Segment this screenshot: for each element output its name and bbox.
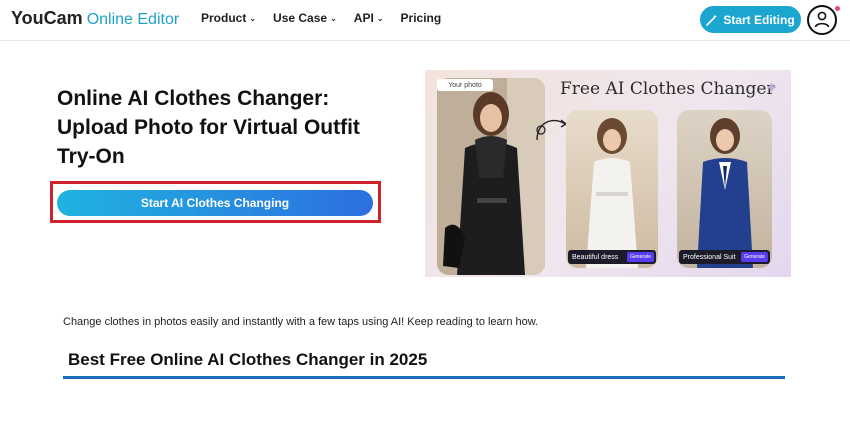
illustration-title: Free AI Clothes Changer [560,79,775,99]
dress-label: Beautiful dress [572,253,619,261]
section-heading: Best Free Online AI Clothes Changer in 2… [68,350,428,369]
generate-button[interactable]: Generate [627,252,654,262]
chevron-down-icon: ⌄ [330,13,337,23]
nav-use-case-label: Use Case [273,11,328,25]
nav-api-label: API [353,11,374,25]
hero-illustration: Free AI Clothes Changer ✦ Your photo Bea… [425,70,791,277]
account-button[interactable] [807,5,837,35]
result-card-dress: Beautiful dress Generate [566,110,658,268]
result-card-suit: Professional Suit Generate [677,110,772,268]
your-photo-tag: Your photo [437,79,493,91]
woman-white-dress-figure [586,118,638,268]
page-title: Online AI Clothes Changer: Upload Photo … [57,87,360,168]
chevron-down-icon: ⌄ [376,13,384,23]
nav-api[interactable]: API ⌄ [354,11,384,25]
nav-use-case[interactable]: Use Case ⌄ [273,11,337,25]
start-editing-label: Start Editing [723,12,795,27]
logo-subtitle: Online Editor [86,11,180,28]
magic-wand-icon [706,14,718,26]
chevron-down-icon: ⌄ [249,13,257,23]
suit-label: Professional Suit [683,253,736,261]
section-divider [63,376,785,379]
result-label-suit: Professional Suit Generate [679,250,770,264]
main-nav: Product ⌄ Use Case ⌄ API ⌄ Pricing [201,11,441,25]
original-photo-card [437,78,545,275]
woman-blue-suit-figure [697,118,753,268]
generate-button[interactable]: Generate [741,252,768,262]
nav-product[interactable]: Product ⌄ [201,11,256,25]
woman-black-outfit-figure [437,78,545,275]
start-ai-clothes-changing-button[interactable]: Start AI Clothes Changing [57,190,373,216]
logo[interactable]: YouCam Online Editor [11,8,179,29]
nav-product-label: Product [201,11,247,25]
user-icon [814,11,830,28]
nav-pricing[interactable]: Pricing [401,11,442,25]
start-editing-button[interactable]: Start Editing [700,6,801,33]
result-label-dress: Beautiful dress Generate [568,250,656,264]
intro-paragraph: Change clothes in photos easily and inst… [63,316,539,328]
logo-brand: YouCam [11,8,83,28]
top-navigation-bar: YouCam Online Editor Product ⌄ Use Case ⌄… [0,0,850,41]
notification-dot [835,6,840,11]
nav-pricing-label: Pricing [400,11,442,25]
sparkle-icon: ✦ [765,80,779,97]
